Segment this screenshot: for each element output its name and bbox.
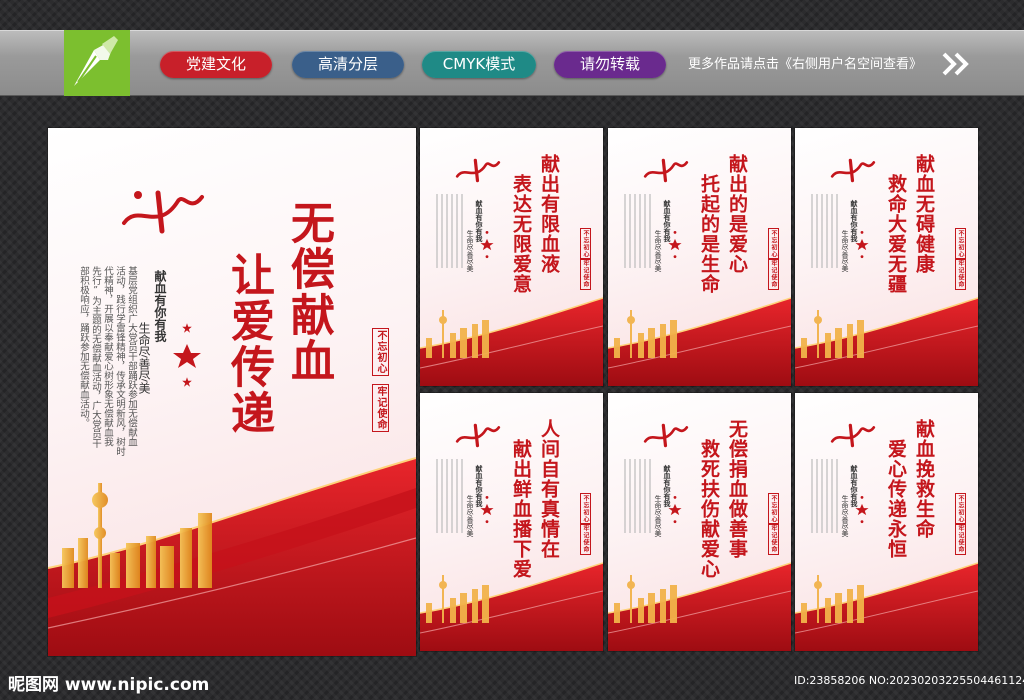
site-watermark: 昵图网 www.nipic.com — [8, 675, 210, 695]
poster-body-text-block — [624, 194, 654, 268]
poster-title-col1: 献血挽救生命 — [913, 419, 935, 539]
main-body-line-2: 活动，践行学雷锋精神，传承文明新风，树时 — [114, 266, 125, 456]
poster-seal-2: 牢记使命 — [580, 523, 591, 555]
poster-title-col2: 献出鲜血播下爱 — [510, 439, 532, 579]
poster-seal-2: 牢记使命 — [955, 258, 966, 290]
image-id-text: ID:23858206 NO:20230203225504461124 — [794, 674, 1024, 687]
china-dream-logo — [643, 423, 689, 448]
pen-icon — [74, 36, 118, 86]
china-dream-logo — [122, 190, 204, 234]
more-works-notice[interactable]: 更多作品请点击《右侧用户名空间查看》 — [688, 51, 922, 78]
poster-seal-1: 不忘初心 — [955, 493, 966, 525]
poster-body-text-block — [624, 459, 654, 533]
star-decoration — [480, 496, 494, 524]
star-decoration — [668, 231, 682, 259]
main-title-col2: 让爱传递 — [223, 252, 274, 436]
main-poster: 无偿献血 让爱传递 献血有你有我 生命尽善尽美 基层党组织广大党员干部踊跃参加无… — [48, 128, 416, 656]
china-dream-logo — [455, 158, 501, 183]
poster-body-text-block — [436, 459, 466, 533]
poster-seal-1: 不忘初心 — [580, 493, 591, 525]
poster-title-col2: 表达无限爱意 — [510, 174, 532, 294]
small-poster-6: 献血挽救生命 爱心传递永恒 献血有你有我 生命尽善尽美 不忘初心 牢记使命 — [795, 393, 978, 651]
poster-title-col1: 人间自有真情在 — [538, 419, 560, 559]
tag-no-repost[interactable]: 请勿转载 — [554, 51, 666, 78]
star-decoration — [855, 496, 869, 524]
small-poster-5: 无偿捐血做善事 救死扶伤献爱心 献血有你有我 生命尽善尽美 不忘初心 牢记使命 — [608, 393, 791, 651]
poster-seal-2: 牢记使命 — [768, 258, 779, 290]
poster-slogan-col2: 生命尽善尽美 — [841, 230, 849, 272]
main-title-col1: 无偿献血 — [283, 200, 334, 384]
poster-slogan-col2: 生命尽善尽美 — [466, 230, 474, 272]
star-decoration — [480, 231, 494, 259]
poster-seal-2: 牢记使命 — [955, 523, 966, 555]
poster-seal-1: 不忘初心 — [768, 228, 779, 260]
poster-title-col2: 托起的是生命 — [698, 174, 720, 294]
poster-body-text-block — [811, 459, 841, 533]
poster-slogan-col2: 生命尽善尽美 — [466, 495, 474, 537]
main-body-line-3: 代精神，开展以奉献爱心树形象无偿献血我 — [102, 266, 113, 447]
star-decoration — [668, 496, 682, 524]
small-poster-3: 献血无碍健康 救命大爱无疆 献血有你有我 生命尽善尽美 不忘初心 牢记使命 — [795, 128, 978, 386]
poster-seal-1: 不忘初心 — [768, 493, 779, 525]
star-decoration — [173, 323, 201, 387]
double-chevron-right-icon[interactable] — [942, 52, 972, 76]
main-body-line-5: 部积极响应，踊跃参加无偿献血活动。 — [78, 266, 89, 428]
poster-title-col1: 献出的是爱心 — [726, 154, 748, 274]
poster-slogan-col2: 生命尽善尽美 — [841, 495, 849, 537]
poster-title-col1: 无偿捐血做善事 — [726, 419, 748, 559]
main-seal-1: 不忘初心 — [372, 328, 389, 376]
tag-hd-layers[interactable]: 高清分层 — [292, 51, 404, 78]
poster-title-col1: 献血无碍健康 — [913, 154, 935, 274]
small-poster-1: 献出有限血液 表达无限爱意 献血有你有我 生命尽善尽美 不忘初心 牢记使命 — [420, 128, 603, 386]
small-poster-4: 人间自有真情在 献出鲜血播下爱 献血有你有我 生命尽善尽美 不忘初心 牢记使命 — [420, 393, 603, 651]
main-body-line-1: 基层党组织广大党员干部踊跃参加无偿献血 — [126, 266, 137, 447]
poster-title-col2: 救命大爱无疆 — [885, 174, 907, 294]
poster-slogan-col2: 生命尽善尽美 — [654, 495, 662, 537]
poster-body-text-block — [811, 194, 841, 268]
poster-seal-2: 牢记使命 — [768, 523, 779, 555]
main-slogan-col2: 生命尽善尽美 — [137, 322, 151, 394]
poster-body-text-block — [436, 194, 466, 268]
poster-seal-1: 不忘初心 — [580, 228, 591, 260]
poster-slogan-col2: 生命尽善尽美 — [654, 230, 662, 272]
star-decoration — [855, 231, 869, 259]
poster-seal-2: 牢记使命 — [580, 258, 591, 290]
tag-cmyk-mode[interactable]: CMYK模式 — [422, 51, 536, 78]
china-dream-logo — [830, 158, 876, 183]
poster-title-col1: 献出有限血液 — [538, 154, 560, 274]
main-slogan-col1: 献血有你有我 — [153, 270, 167, 342]
main-seal-2: 牢记使命 — [372, 384, 389, 432]
tag-party-culture[interactable]: 党建文化 — [160, 51, 272, 78]
poster-title-col2: 救死扶伤献爱心 — [698, 439, 720, 579]
china-dream-logo — [455, 423, 501, 448]
small-poster-2: 献出的是爱心 托起的是生命 献血有你有我 生命尽善尽美 不忘初心 牢记使命 — [608, 128, 791, 386]
china-dream-logo — [830, 423, 876, 448]
poster-title-col2: 爱心传递永恒 — [885, 439, 907, 559]
main-body-line-4: 先行”为主题的无偿献血活动，广大党员干 — [90, 266, 101, 448]
app-logo — [64, 30, 130, 96]
poster-seal-1: 不忘初心 — [955, 228, 966, 260]
china-dream-logo — [643, 158, 689, 183]
